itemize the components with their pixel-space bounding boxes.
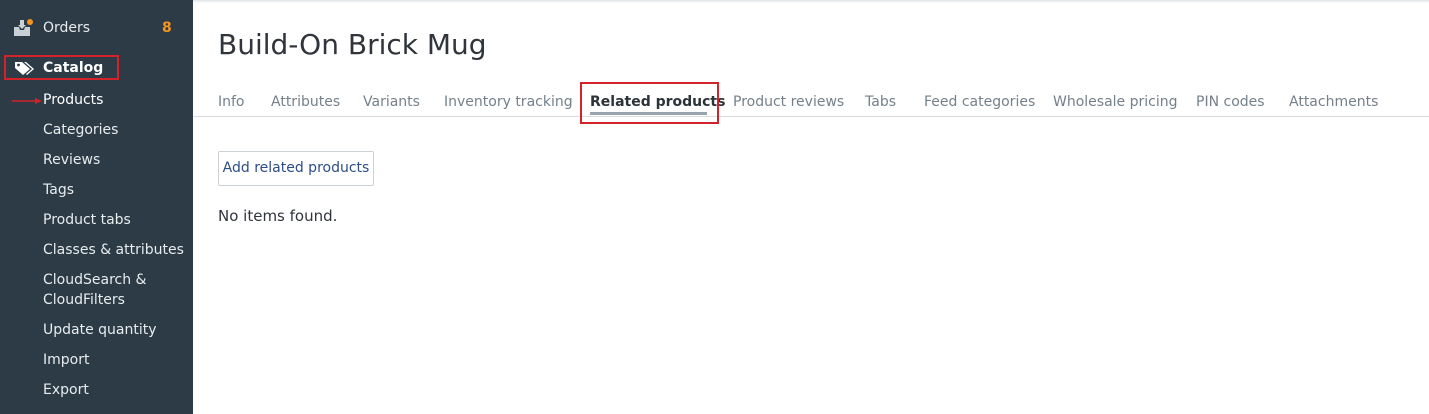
tab-info[interactable]: Info — [218, 94, 245, 110]
orders-label: Orders — [43, 20, 91, 36]
page-title: Build-On Brick Mug — [218, 28, 487, 61]
sidebar-item-tags[interactable]: Tags — [43, 180, 191, 200]
tab-product-reviews[interactable]: Product reviews — [733, 94, 844, 110]
sidebar-item-catalog[interactable]: Catalog — [4, 55, 119, 80]
sidebar-item-export[interactable]: Export — [43, 380, 191, 400]
top-shadow — [193, 0, 1429, 3]
sidebar-item-classes-attributes[interactable]: Classes & attributes — [43, 240, 191, 260]
product-tabs: Info Attributes Variants Inventory track… — [193, 82, 1429, 117]
active-tab-highlight-box — [580, 82, 719, 124]
sidebar-item-reviews[interactable]: Reviews — [43, 150, 191, 170]
sidebar-item-import[interactable]: Import — [43, 350, 191, 370]
orders-count-badge: 8 — [162, 20, 172, 36]
app: Orders 8 Catalog Products Categories Rev… — [0, 0, 1429, 414]
sidebar-item-update-quantity[interactable]: Update quantity — [43, 320, 191, 340]
sidebar-item-orders[interactable]: Orders 8 — [0, 14, 193, 44]
tab-pin-codes[interactable]: PIN codes — [1196, 94, 1265, 110]
orders-box-icon — [14, 19, 33, 36]
catalog-label: Catalog — [43, 60, 104, 76]
arrow-right-icon — [12, 98, 42, 104]
sidebar-item-product-tabs[interactable]: Product tabs — [43, 210, 191, 230]
sidebar-item-categories[interactable]: Categories — [43, 120, 191, 140]
tab-variants[interactable]: Variants — [363, 94, 420, 110]
tab-attributes[interactable]: Attributes — [271, 94, 340, 110]
empty-message: No items found. — [218, 207, 338, 225]
sidebar-item-products[interactable]: Products — [43, 90, 191, 110]
tab-inventory-tracking[interactable]: Inventory tracking — [444, 94, 573, 110]
sidebar: Orders 8 Catalog Products Categories Rev… — [0, 0, 193, 414]
sidebar-item-cloudsearch[interactable]: CloudSearch & CloudFilters — [43, 270, 153, 310]
catalog-submenu: Products Categories Reviews Tags Product… — [43, 90, 191, 410]
tab-wholesale-pricing[interactable]: Wholesale pricing — [1053, 94, 1178, 110]
tags-icon — [15, 62, 34, 75]
add-related-products-button[interactable]: Add related products — [218, 151, 374, 186]
tab-tabs[interactable]: Tabs — [865, 94, 896, 110]
tab-attachments[interactable]: Attachments — [1289, 94, 1378, 110]
tab-feed-categories[interactable]: Feed categories — [924, 94, 1035, 110]
